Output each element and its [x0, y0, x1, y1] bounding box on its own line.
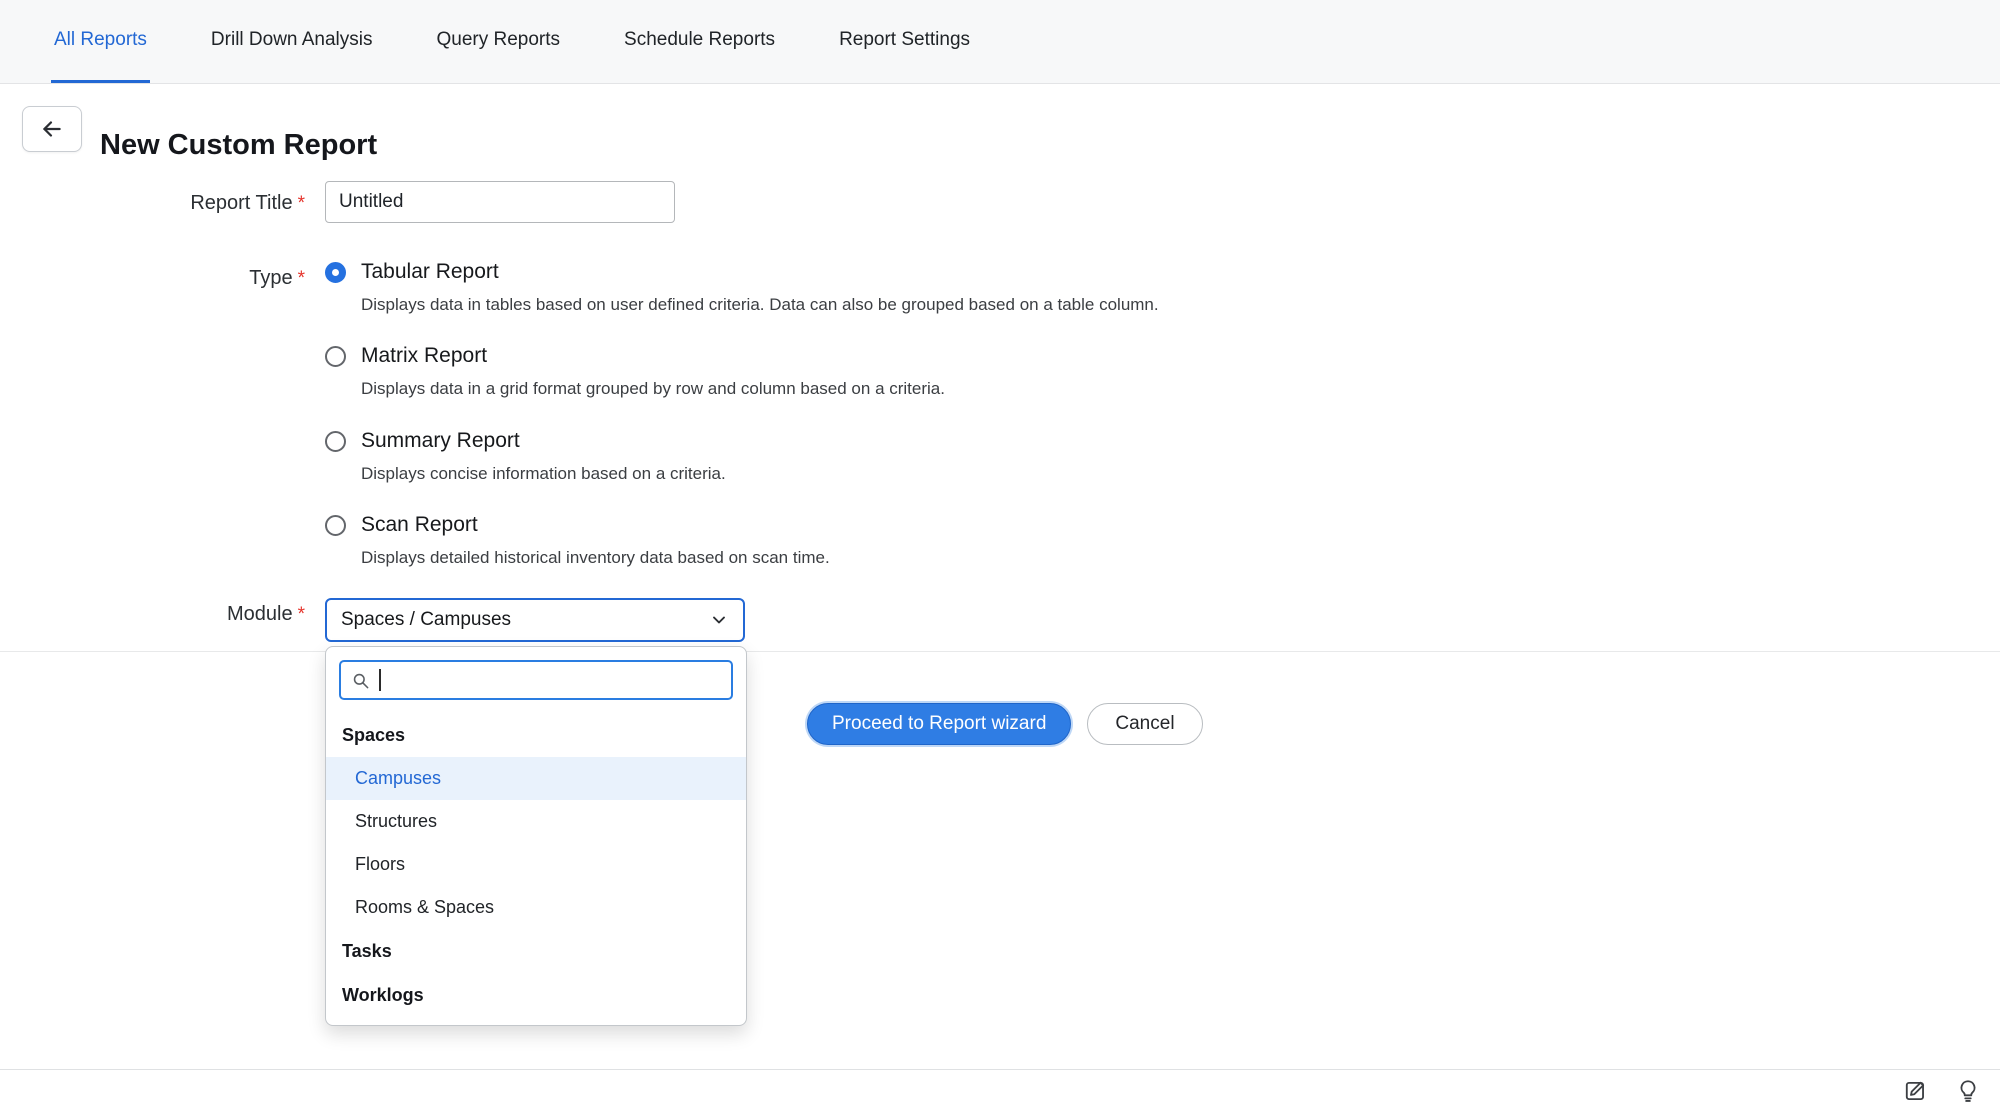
type-option-description: Displays detailed historical inventory d…	[361, 547, 830, 569]
radio-scan-report[interactable]	[325, 515, 346, 536]
type-option-matrix-report[interactable]: Matrix Report Displays data in a grid fo…	[325, 343, 1325, 400]
type-label-text: Type	[249, 267, 292, 289]
text-cursor	[379, 669, 381, 691]
tab-schedule-reports[interactable]: Schedule Reports	[621, 0, 778, 83]
module-search-input[interactable]	[386, 669, 721, 692]
type-option-tabular-report[interactable]: Tabular Report Displays data in tables b…	[325, 259, 1325, 316]
cancel-button[interactable]: Cancel	[1087, 703, 1202, 745]
module-label: Module*	[0, 603, 305, 626]
chevron-down-icon	[709, 610, 729, 630]
type-option-name: Scan Report	[361, 512, 830, 537]
new-custom-report-screen: All Reports Drill Down Analysis Query Re…	[0, 0, 2000, 1110]
radio-summary-report[interactable]	[325, 431, 346, 452]
module-label-text: Module	[227, 603, 293, 625]
footer-icons	[1902, 1077, 1982, 1105]
type-option-texts: Matrix Report Displays data in a grid fo…	[361, 343, 945, 400]
report-type-options: Tabular Report Displays data in tables b…	[325, 259, 1325, 596]
reports-tab-bar: All Reports Drill Down Analysis Query Re…	[0, 0, 2000, 84]
module-dropdown-panel: Spaces Campuses Structures Floors Rooms …	[325, 646, 747, 1026]
page-title: New Custom Report	[100, 129, 377, 162]
radio-tabular-report[interactable]	[325, 262, 346, 283]
type-option-texts: Scan Report Displays detailed historical…	[361, 512, 830, 569]
back-button[interactable]	[22, 106, 82, 152]
tab-query-reports[interactable]: Query Reports	[433, 0, 563, 83]
type-label: Type *	[0, 267, 305, 290]
form-actions: Proceed to Report wizard Cancel	[807, 703, 1203, 745]
type-option-texts: Summary Report Displays concise informat…	[361, 428, 726, 485]
type-option-texts: Tabular Report Displays data in tables b…	[361, 259, 1159, 316]
required-asterisk: *	[298, 193, 305, 214]
type-option-name: Matrix Report	[361, 343, 945, 368]
type-option-summary-report[interactable]: Summary Report Displays concise informat…	[325, 428, 1325, 485]
tab-all-reports[interactable]: All Reports	[51, 0, 150, 83]
feedback-note-icon[interactable]	[1902, 1077, 1930, 1105]
report-title-label-text: Report Title	[190, 192, 292, 214]
report-title-input[interactable]	[325, 181, 675, 223]
dropdown-item-rooms-spaces[interactable]: Rooms & Spaces	[326, 886, 746, 929]
required-asterisk: *	[298, 604, 305, 625]
type-option-description: Displays concise information based on a …	[361, 463, 726, 485]
required-asterisk: *	[298, 268, 305, 289]
module-select-value: Spaces / Campuses	[341, 609, 511, 631]
dropdown-group-spaces: Spaces	[326, 713, 746, 757]
tab-report-settings[interactable]: Report Settings	[836, 0, 973, 83]
type-option-scan-report[interactable]: Scan Report Displays detailed historical…	[325, 512, 1325, 569]
search-icon	[351, 671, 370, 690]
type-option-name: Tabular Report	[361, 259, 1159, 284]
dropdown-item-structures[interactable]: Structures	[326, 800, 746, 843]
dropdown-group-worklogs[interactable]: Worklogs	[326, 973, 746, 1017]
dropdown-item-floors[interactable]: Floors	[326, 843, 746, 886]
dropdown-item-campuses[interactable]: Campuses	[326, 757, 746, 800]
type-option-description: Displays data in tables based on user de…	[361, 294, 1159, 316]
proceed-to-report-wizard-button[interactable]: Proceed to Report wizard	[807, 703, 1071, 745]
report-title-label: Report Title *	[0, 192, 305, 215]
radio-matrix-report[interactable]	[325, 346, 346, 367]
tab-drill-down-analysis[interactable]: Drill Down Analysis	[208, 0, 376, 83]
type-option-name: Summary Report	[361, 428, 726, 453]
dropdown-group-tasks[interactable]: Tasks	[326, 929, 746, 973]
footer-divider	[0, 1069, 2000, 1070]
section-divider	[0, 651, 2000, 652]
type-option-description: Displays data in a grid format grouped b…	[361, 378, 945, 400]
module-search-box[interactable]	[339, 660, 733, 700]
idea-bulb-icon[interactable]	[1954, 1077, 1982, 1105]
left-arrow-icon	[39, 116, 65, 142]
module-select[interactable]: Spaces / Campuses	[325, 598, 745, 642]
